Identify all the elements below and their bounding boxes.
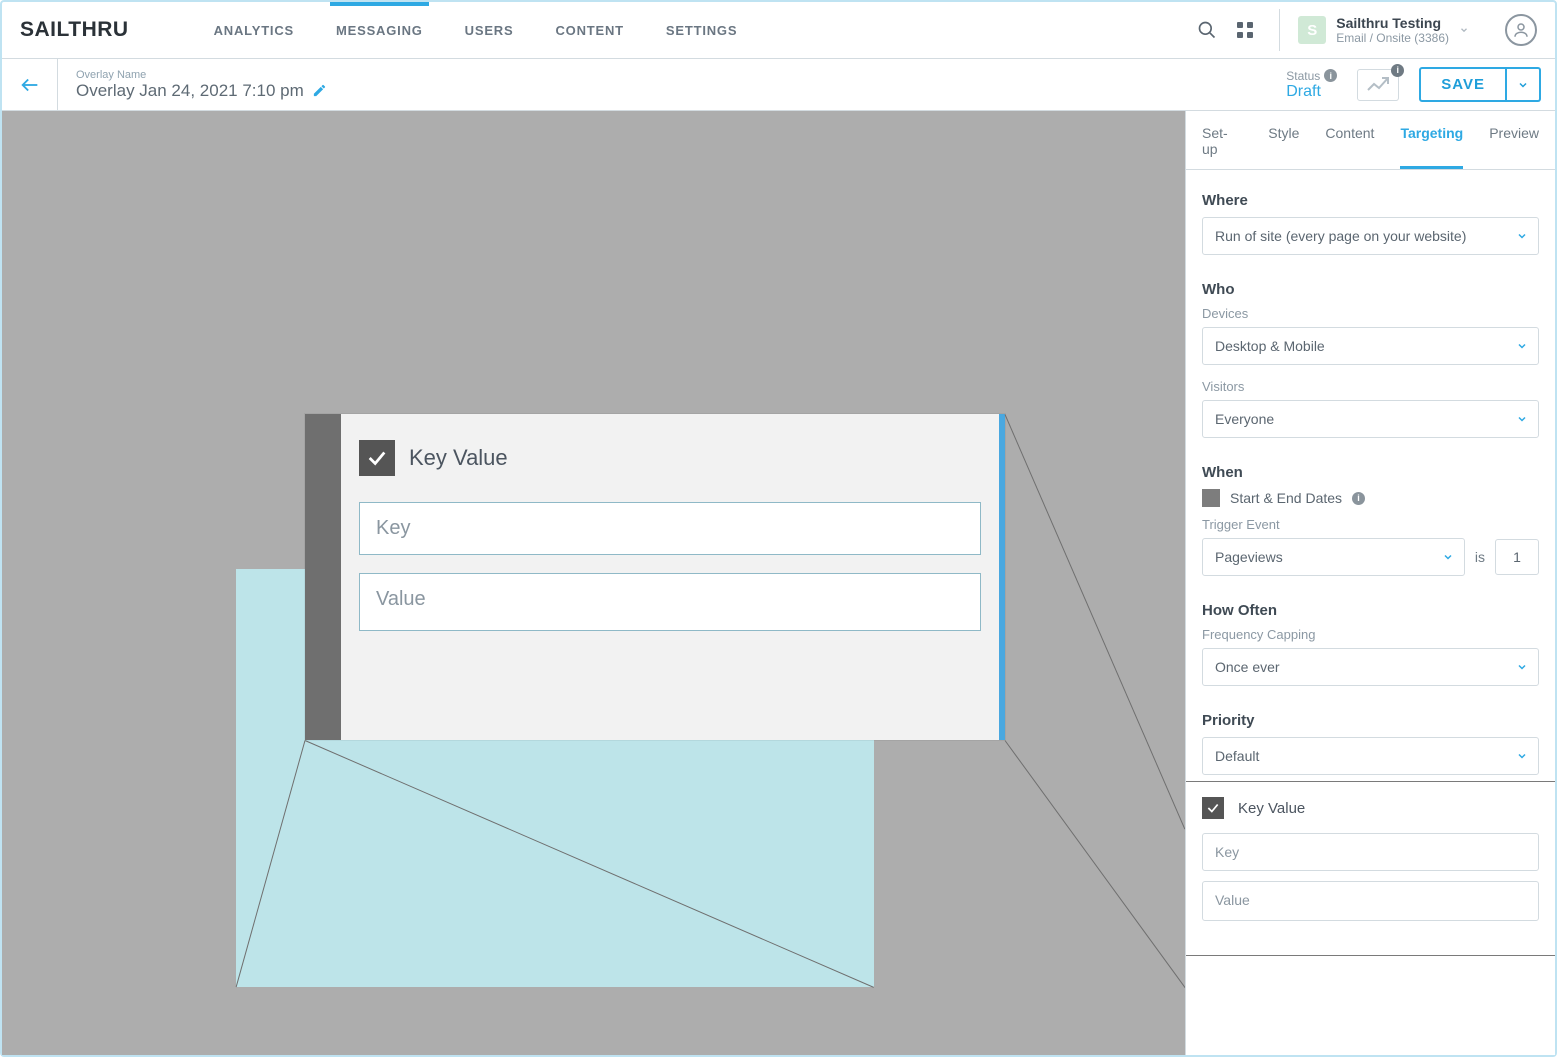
search-icon[interactable] xyxy=(1197,20,1217,40)
is-label: is xyxy=(1475,549,1485,565)
analytics-icon[interactable]: i xyxy=(1357,69,1399,101)
start-end-dates-label: Start & End Dates xyxy=(1230,490,1342,506)
section-key-value: Key Value xyxy=(1186,785,1555,952)
info-icon: i xyxy=(1391,64,1404,77)
main: Key Value Set-up Style Content Targeting… xyxy=(2,111,1555,1055)
account-avatar: S xyxy=(1298,16,1326,44)
priority-select[interactable]: Default xyxy=(1202,737,1539,775)
back-button[interactable] xyxy=(2,59,58,110)
info-icon: i xyxy=(1324,69,1337,82)
overlay-name-value: Overlay Jan 24, 2021 7:10 pm xyxy=(76,81,304,101)
freq-select[interactable]: Once ever xyxy=(1202,648,1539,686)
nav-messaging[interactable]: MESSAGING xyxy=(336,23,423,38)
panel-key-input[interactable] xyxy=(1202,833,1539,871)
status-block: Statusi Draft xyxy=(1286,69,1337,101)
tab-setup[interactable]: Set-up xyxy=(1202,125,1242,169)
nav-settings[interactable]: SETTINGS xyxy=(666,23,737,38)
callout-line xyxy=(1005,414,1185,829)
chevron-down-icon xyxy=(1442,551,1454,563)
panel-value-textarea[interactable] xyxy=(1202,881,1539,921)
key-value-title: Key Value xyxy=(1238,800,1305,817)
status-value: Draft xyxy=(1286,83,1337,101)
section-priority: Priority Default xyxy=(1186,690,1555,779)
section-how-often: How Often Frequency Capping Once ever xyxy=(1186,580,1555,690)
key-value-checkbox[interactable] xyxy=(1202,797,1224,819)
zoomed-key-value-popup: Key Value xyxy=(305,414,1005,740)
save-button[interactable]: SAVE xyxy=(1419,67,1507,102)
visitors-select[interactable]: Everyone xyxy=(1202,400,1539,438)
devices-label: Devices xyxy=(1202,306,1539,321)
header-right: S Sailthru Testing Email / Onsite (3386) xyxy=(1197,9,1537,51)
tab-preview[interactable]: Preview xyxy=(1489,125,1539,169)
chevron-down-icon xyxy=(1516,750,1528,762)
nav-content[interactable]: CONTENT xyxy=(555,23,623,38)
canvas-area: Key Value xyxy=(2,111,1185,1055)
chevron-down-icon xyxy=(1516,413,1528,425)
tab-content[interactable]: Content xyxy=(1325,125,1374,169)
account-text: Sailthru Testing Email / Onsite (3386) xyxy=(1336,15,1449,45)
tab-targeting[interactable]: Targeting xyxy=(1400,125,1463,169)
app-header: SAILTHRU ANALYTICS MESSAGING USERS CONTE… xyxy=(2,2,1555,59)
overlay-name-block: Overlay Name Overlay Jan 24, 2021 7:10 p… xyxy=(58,65,345,105)
where-title: Where xyxy=(1202,192,1539,209)
section-who: Who Devices Desktop & Mobile Visitors Ev… xyxy=(1186,259,1555,442)
where-select[interactable]: Run of site (every page on your website) xyxy=(1202,217,1539,255)
priority-title: Priority xyxy=(1202,712,1539,729)
who-title: Who xyxy=(1202,281,1539,298)
sub-header: Overlay Name Overlay Jan 24, 2021 7:10 p… xyxy=(2,59,1555,111)
account-plan: Email / Onsite (3386) xyxy=(1336,31,1449,45)
when-title: When xyxy=(1202,464,1539,481)
account-name: Sailthru Testing xyxy=(1336,15,1449,31)
freq-label: Frequency Capping xyxy=(1202,627,1539,642)
trigger-select[interactable]: Pageviews xyxy=(1202,538,1465,576)
save-dropdown-button[interactable] xyxy=(1507,67,1541,102)
brand-logo: SAILTHRU xyxy=(20,18,129,42)
trigger-label: Trigger Event xyxy=(1202,517,1539,532)
nav-users[interactable]: USERS xyxy=(465,23,514,38)
side-panel: Set-up Style Content Targeting Preview W… xyxy=(1185,111,1555,1055)
panel-tabs: Set-up Style Content Targeting Preview xyxy=(1186,111,1555,170)
sub-header-right: Statusi Draft i SAVE xyxy=(1286,67,1555,102)
chevron-down-icon xyxy=(1516,340,1528,352)
info-icon: i xyxy=(1352,492,1365,505)
section-where: Where Run of site (every page on your we… xyxy=(1186,170,1555,259)
chevron-down-icon xyxy=(1516,230,1528,242)
save-button-group: SAVE xyxy=(1419,67,1541,102)
edit-icon[interactable] xyxy=(312,83,327,98)
popup-left-stripe xyxy=(305,414,341,740)
visitors-label: Visitors xyxy=(1202,379,1539,394)
tab-style[interactable]: Style xyxy=(1268,125,1299,169)
how-often-title: How Often xyxy=(1202,602,1539,619)
chevron-down-icon xyxy=(1459,25,1469,35)
overlay-name-label: Overlay Name xyxy=(76,69,327,81)
start-end-dates-checkbox[interactable] xyxy=(1202,489,1220,507)
profile-icon[interactable] xyxy=(1505,14,1537,46)
key-input[interactable] xyxy=(359,502,981,555)
callout-line xyxy=(1005,740,1185,988)
key-value-title: Key Value xyxy=(409,445,508,471)
account-switcher[interactable]: S Sailthru Testing Email / Onsite (3386) xyxy=(1279,9,1483,51)
trigger-count-input[interactable] xyxy=(1495,539,1539,575)
main-nav: ANALYTICS MESSAGING USERS CONTENT SETTIN… xyxy=(214,23,738,38)
checkbox-icon[interactable] xyxy=(359,440,395,476)
popup-right-stripe xyxy=(999,414,1005,740)
devices-select[interactable]: Desktop & Mobile xyxy=(1202,327,1539,365)
chevron-down-icon xyxy=(1516,661,1528,673)
apps-icon[interactable] xyxy=(1235,20,1255,40)
nav-analytics[interactable]: ANALYTICS xyxy=(214,23,294,38)
section-when: When Start & End Dates i Trigger Event P… xyxy=(1186,442,1555,580)
value-textarea[interactable] xyxy=(359,573,981,631)
status-label: Statusi xyxy=(1286,69,1337,83)
